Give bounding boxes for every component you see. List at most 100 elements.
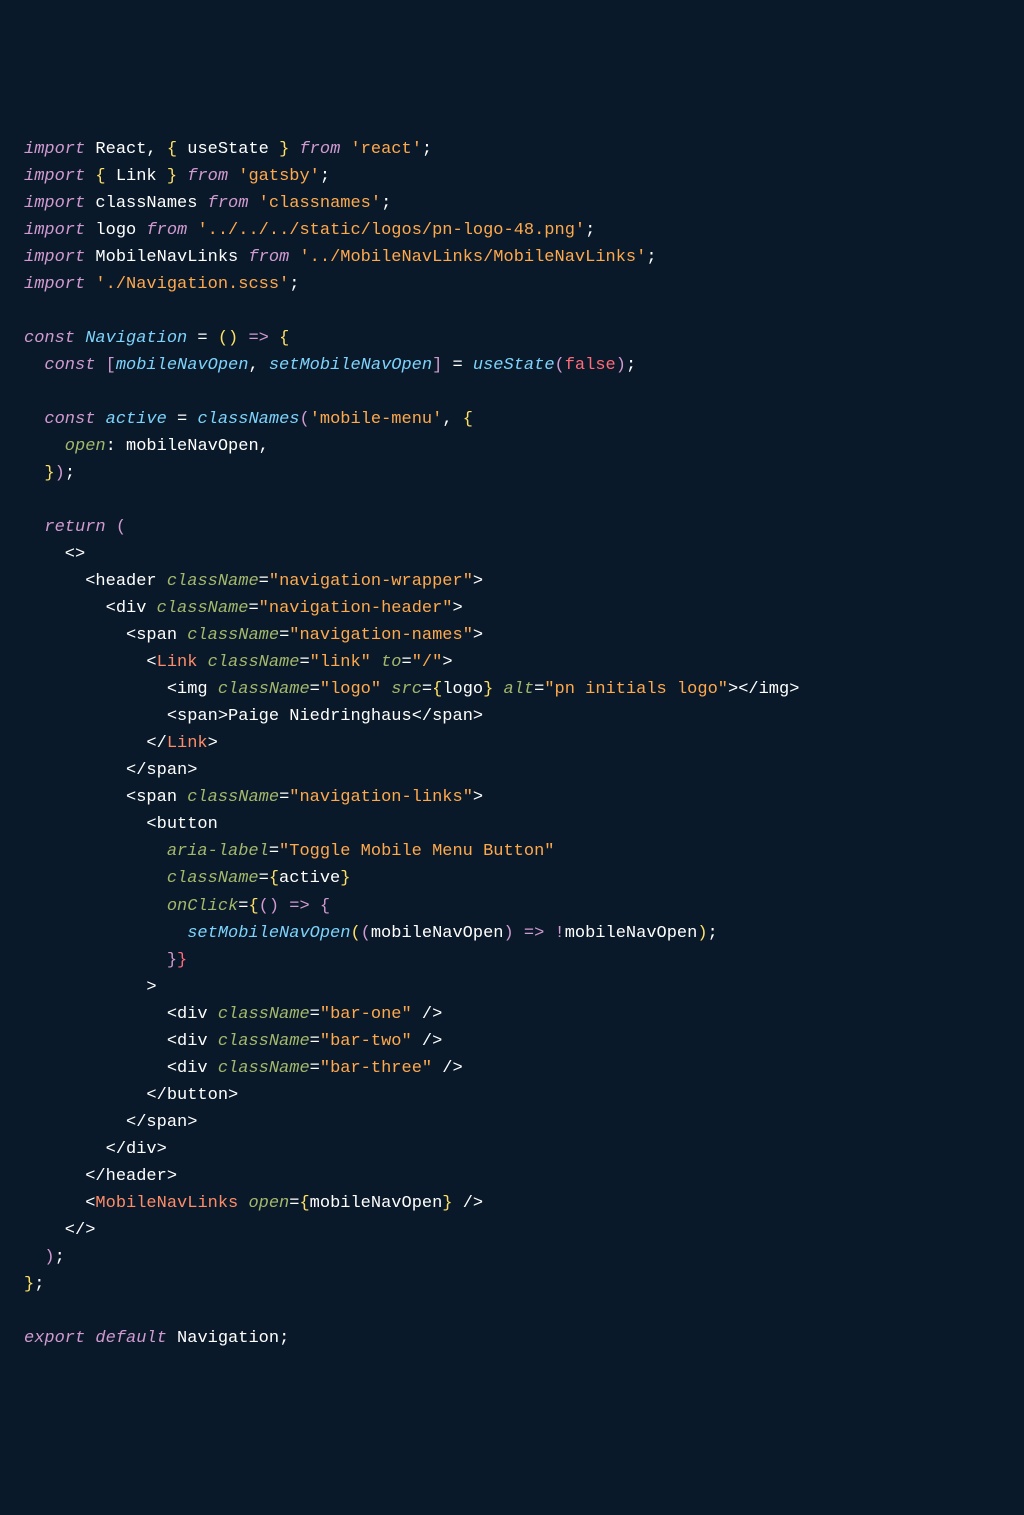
string: "logo": [320, 680, 381, 699]
closing-tag-close: >: [187, 761, 197, 780]
tag-name: div: [177, 1059, 208, 1078]
tag-name: button: [167, 1086, 228, 1105]
string: "link": [310, 653, 371, 672]
equals: =: [279, 788, 289, 807]
closing-tag-close: >: [167, 1167, 177, 1186]
tag-open: <: [24, 1194, 95, 1213]
space: [289, 248, 299, 267]
attribute: className: [208, 1059, 310, 1078]
paren: ): [24, 1248, 55, 1267]
string: "navigation-header": [259, 599, 453, 618]
semicolon: ;: [422, 140, 432, 159]
identifier: MobileNavLinks: [85, 248, 248, 267]
function-call: setMobileNavOpen: [24, 924, 350, 943]
tag-close: >: [442, 653, 452, 672]
attribute: src: [381, 680, 422, 699]
identifier: Link: [106, 167, 167, 186]
keyword-from: from: [208, 194, 249, 213]
space: [187, 221, 197, 240]
semicolon: ;: [646, 248, 656, 267]
semicolon: ;: [381, 194, 391, 213]
component-name: MobileNavLinks: [95, 1194, 238, 1213]
attribute: className: [208, 1032, 310, 1051]
equals: =: [402, 653, 412, 672]
paren: (: [259, 897, 269, 916]
attribute: className: [157, 572, 259, 591]
semicolon: ;: [34, 1275, 44, 1294]
equals: =: [299, 653, 309, 672]
equals: =: [310, 680, 320, 699]
identifier: logo: [85, 221, 146, 240]
string: 'mobile-menu': [310, 410, 443, 429]
closing-tag-open: </: [738, 680, 758, 699]
attribute: className: [177, 626, 279, 645]
equals: =: [422, 680, 432, 699]
jsx-expression: mobileNavOpen: [310, 1194, 443, 1213]
keyword-from: from: [187, 167, 228, 186]
keyword-const: const: [24, 410, 95, 429]
tag-close: >: [473, 626, 483, 645]
closing-tag-close: >: [228, 1086, 238, 1105]
space: [340, 140, 350, 159]
space: [289, 140, 299, 159]
tag-name: div: [177, 1005, 208, 1024]
string: "navigation-wrapper": [269, 572, 473, 591]
tag-close: >: [432, 1005, 442, 1024]
identifier: [85, 140, 95, 159]
attribute: alt: [493, 680, 534, 699]
semicolon: ;: [320, 167, 330, 186]
keyword-from: from: [146, 221, 187, 240]
semicolon: ;: [585, 221, 595, 240]
string: "bar-two": [320, 1032, 412, 1051]
tag-name: img: [759, 680, 790, 699]
brace: }: [24, 464, 55, 483]
semicolon: ;: [55, 1248, 65, 1267]
brace: {: [167, 140, 177, 159]
variable: mobileNavOpen: [116, 356, 249, 375]
tag-close: >: [473, 788, 483, 807]
identifier: mobileNavOpen: [565, 924, 698, 943]
tag-name: button: [157, 815, 218, 834]
attribute: className: [208, 1005, 310, 1024]
keyword-default: default: [85, 1329, 167, 1348]
operator: !: [555, 924, 565, 943]
equals: =: [259, 869, 269, 888]
self-close: /: [412, 1032, 432, 1051]
self-close: /: [453, 1194, 473, 1213]
tag-name: span: [432, 707, 473, 726]
equals: =: [289, 1194, 299, 1213]
closing-tag-open: </: [24, 1113, 146, 1132]
equals: =: [310, 1032, 320, 1051]
paren: ): [503, 924, 513, 943]
string: "Toggle Mobile Menu Button": [279, 842, 554, 861]
component-name: Link: [157, 653, 198, 672]
paren: (: [350, 924, 360, 943]
string: '../MobileNavLinks/MobileNavLinks': [299, 248, 646, 267]
paren: ): [55, 464, 65, 483]
brace: }: [279, 140, 289, 159]
function-name: Navigation: [75, 329, 187, 348]
jsx-fragment-close: </>: [24, 1221, 95, 1240]
tag-close: >: [432, 1032, 442, 1051]
keyword-import: import: [24, 167, 85, 186]
keyword-import: import: [24, 140, 85, 159]
brace: {: [279, 329, 289, 348]
property: open: [24, 437, 106, 456]
brace: }: [167, 167, 187, 186]
jsx-brace: }: [340, 869, 350, 888]
equals: =: [310, 1059, 320, 1078]
keyword-import: import: [24, 275, 85, 294]
tag-close: >: [453, 1059, 463, 1078]
tag-open: <: [24, 1032, 177, 1051]
component-name: Link: [167, 734, 208, 753]
tag-close: >: [24, 978, 157, 997]
equals: =: [259, 572, 269, 591]
tag-close: >: [453, 599, 463, 618]
jsx-brace: }: [483, 680, 493, 699]
semicolon: ;: [279, 1329, 289, 1348]
string: '../../../static/logos/pn-logo-48.png': [197, 221, 585, 240]
paren: (: [218, 329, 228, 348]
string: "navigation-links": [289, 788, 473, 807]
equals: =: [248, 599, 258, 618]
jsx-brace: }: [177, 951, 187, 970]
